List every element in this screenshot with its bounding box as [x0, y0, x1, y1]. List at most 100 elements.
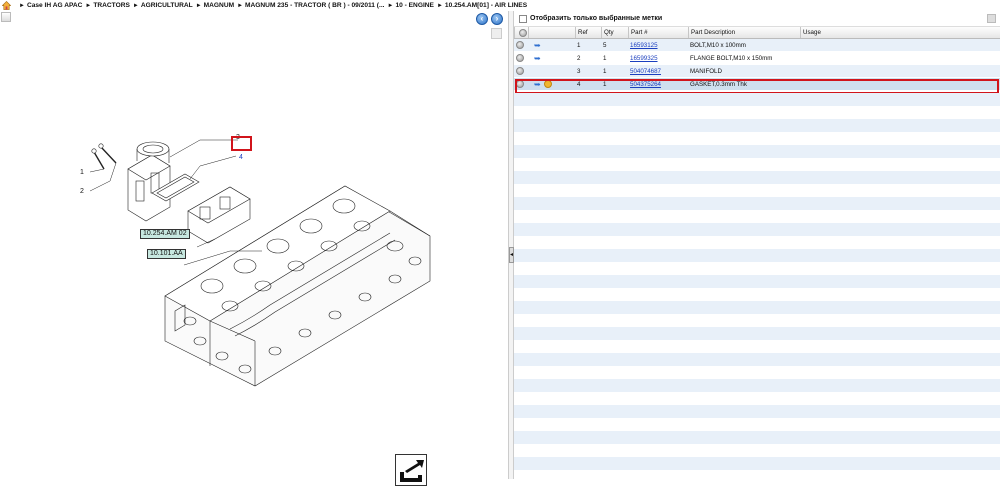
row-icons	[528, 65, 575, 77]
table-row[interactable]: 3 1 504074687 MANIFOLD	[514, 65, 1000, 78]
arrow-right-icon: ►	[85, 2, 92, 9]
empty-table-row	[514, 288, 1000, 301]
breadcrumb-item-6[interactable]: ► 10 - ENGINE	[385, 2, 434, 9]
breadcrumb-item-4[interactable]: ► MAGNUM	[193, 2, 234, 9]
callout-1[interactable]: 1	[80, 169, 84, 176]
header-select-all[interactable]	[514, 27, 528, 38]
row-ref: 3	[577, 67, 581, 75]
show-selected-only-checkbox[interactable]	[519, 14, 527, 23]
empty-table-row	[514, 431, 1000, 444]
breadcrumb-item-7[interactable]: ► 10.254.AM[01] - AIR LINES	[434, 2, 527, 9]
arrow-right-icon: ►	[132, 2, 139, 9]
empty-table-row	[514, 249, 1000, 262]
header-ref[interactable]: Ref	[575, 27, 601, 38]
arrow-right-icon: ►	[237, 2, 244, 9]
row-select[interactable]	[514, 52, 528, 64]
empty-table-row	[514, 418, 1000, 431]
arrow-right-icon: ►	[19, 2, 25, 9]
empty-table-row	[514, 353, 1000, 366]
empty-table-row	[514, 158, 1000, 171]
parts-list-pane: Отобразить только выбранные метки Ref Qt…	[514, 11, 1000, 479]
empty-table-row	[514, 132, 1000, 145]
circle-icon	[516, 54, 524, 62]
empty-table-row	[514, 379, 1000, 392]
arrow-right-icon: ►	[436, 2, 443, 9]
part-number-link[interactable]: 16593125	[630, 42, 658, 49]
empty-table-row	[514, 171, 1000, 184]
empty-table-row	[514, 366, 1000, 379]
breadcrumb: ► Case IH AG APAC ► TRACTORS ► AGRICULTURAL…	[0, 0, 1000, 11]
empty-table-row	[514, 119, 1000, 132]
row-usage	[800, 65, 1000, 77]
empty-table-row	[514, 145, 1000, 158]
header-usage[interactable]: Usage	[800, 27, 1000, 38]
row-icons: ➥	[528, 52, 575, 64]
circle-icon	[516, 67, 524, 75]
row-usage	[800, 52, 1000, 64]
empty-table-row	[514, 93, 1000, 106]
empty-table-row	[514, 106, 1000, 119]
part-number-link[interactable]: 16599325	[630, 55, 658, 62]
row-qty: 5	[603, 41, 607, 49]
header-part-description[interactable]: Part Description	[688, 27, 800, 38]
breadcrumb-item-5[interactable]: ► MAGNUM 235 - TRACTOR ( BR ) - 09/2011 (…	[234, 2, 384, 9]
empty-table-row	[514, 405, 1000, 418]
empty-table-row	[514, 314, 1000, 327]
row-description: FLANGE BOLT,M10 x 150mm	[690, 54, 773, 62]
row-ref: 1	[577, 41, 581, 49]
breadcrumb-item-1[interactable]: ► Case IH AG APAC	[16, 2, 82, 9]
drawing-pane: ‹ › 3 4 1 2 10.254.AM 02 10.101.AA	[0, 11, 508, 486]
empty-table-row	[514, 223, 1000, 236]
filter-bar: Отобразить только выбранные метки	[514, 11, 1000, 27]
empty-table-row	[514, 184, 1000, 197]
row-select[interactable]	[514, 39, 528, 51]
arrow-icon[interactable]: ➥	[534, 54, 541, 63]
row-icons: ➥	[528, 39, 575, 51]
reference-tag-10-101-aa[interactable]: 10.101.AA	[147, 249, 186, 259]
header-qty[interactable]: Qty	[601, 27, 628, 38]
selected-callout-highlight	[231, 136, 252, 151]
empty-table-area	[514, 93, 1000, 479]
empty-table-row	[514, 197, 1000, 210]
header-part-number[interactable]: Part #	[628, 27, 688, 38]
empty-table-row	[514, 457, 1000, 470]
callout-4[interactable]: 4	[239, 154, 243, 161]
empty-table-row	[514, 392, 1000, 405]
arrow-right-icon: ►	[195, 2, 202, 9]
panel-options-icon[interactable]	[987, 14, 996, 23]
export-arrow-icon	[400, 460, 424, 482]
part-number-link[interactable]: 504074687	[630, 68, 661, 75]
circle-icon	[519, 28, 527, 37]
empty-table-row	[514, 470, 1000, 479]
home-icon[interactable]	[2, 1, 11, 10]
empty-table-row	[514, 262, 1000, 275]
table-row[interactable]: ➥ 2 1 16599325 FLANGE BOLT,M10 x 150mm	[514, 52, 1000, 65]
row-qty: 1	[603, 67, 607, 75]
empty-table-row	[514, 236, 1000, 249]
empty-table-row	[514, 210, 1000, 223]
selected-row-highlight	[515, 79, 999, 94]
reference-tag-10-254-am-02[interactable]: 10.254.AM 02	[140, 229, 190, 239]
empty-table-row	[514, 340, 1000, 353]
table-header: Ref Qty Part # Part Description Usage	[514, 27, 1000, 39]
empty-table-row	[514, 301, 1000, 314]
exploded-view-drawing: 3 4 1 2	[80, 134, 431, 387]
breadcrumb-item-2[interactable]: ► TRACTORS	[82, 2, 129, 9]
arrow-right-icon: ►	[387, 2, 394, 9]
export-drawing-button[interactable]	[395, 454, 427, 486]
empty-table-row	[514, 275, 1000, 288]
header-icons	[528, 27, 575, 38]
row-description: MANIFOLD	[690, 67, 722, 75]
empty-table-row	[514, 327, 1000, 340]
breadcrumb-item-3[interactable]: ► AGRICULTURAL	[130, 2, 193, 9]
row-qty: 1	[603, 54, 607, 62]
circle-icon	[516, 41, 524, 49]
arrow-icon[interactable]: ➥	[534, 41, 541, 50]
row-select[interactable]	[514, 65, 528, 77]
row-ref: 2	[577, 54, 581, 62]
table-row[interactable]: ➥ 1 5 16593125 BOLT,M10 x 100mm	[514, 39, 1000, 52]
row-usage	[800, 39, 1000, 51]
show-selected-only-label[interactable]: Отобразить только выбранные метки	[530, 15, 662, 22]
callout-2[interactable]: 2	[80, 188, 84, 195]
empty-table-row	[514, 444, 1000, 457]
